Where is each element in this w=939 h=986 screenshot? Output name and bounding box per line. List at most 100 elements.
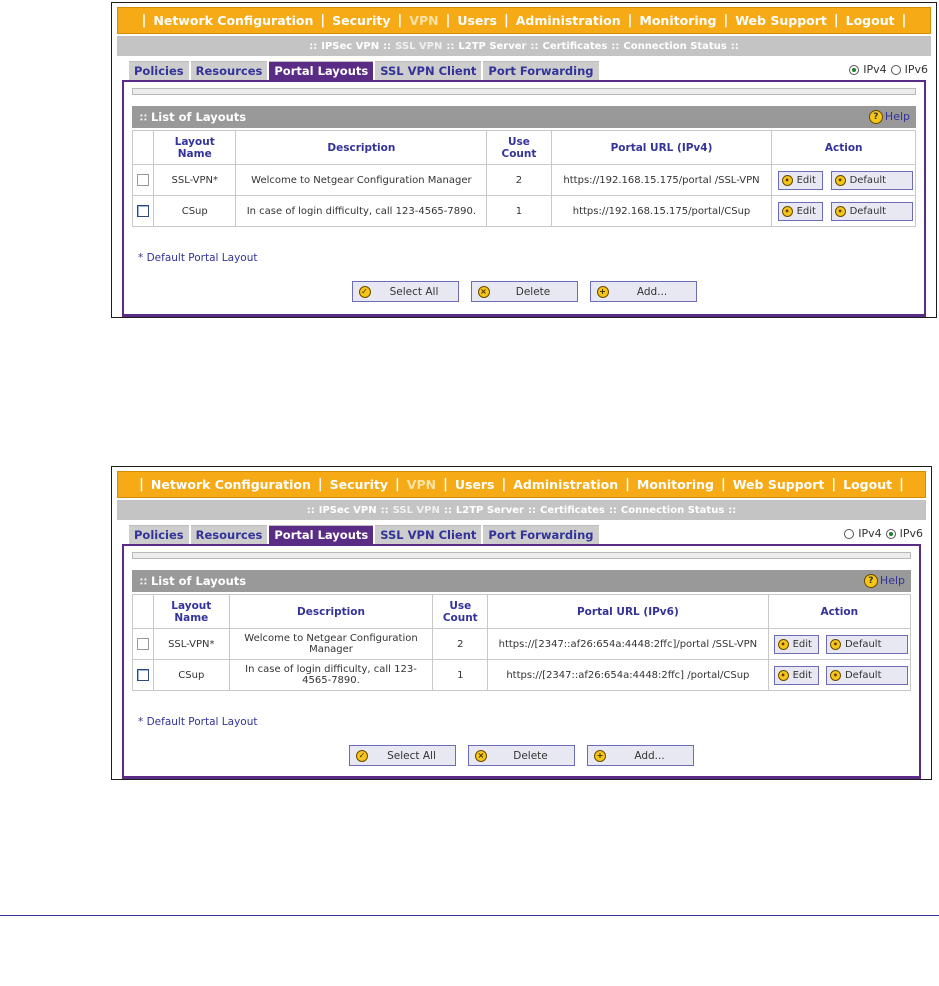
col-layout-name: Layout Name xyxy=(152,594,230,629)
edit-button[interactable]: • Edit xyxy=(773,634,819,654)
default-label: Default xyxy=(849,205,887,217)
row-checkbox[interactable] xyxy=(137,205,150,217)
edit-cell: • Edit xyxy=(771,164,829,196)
row-checkbox[interactable] xyxy=(136,669,149,681)
nav-item-monitoring[interactable]: Monitoring xyxy=(630,477,721,492)
select-all-label: Select All xyxy=(387,749,436,762)
delete-button[interactable]: × Delete xyxy=(468,745,575,766)
default-button[interactable]: • Default xyxy=(830,201,913,221)
tab-policies[interactable]: Policies xyxy=(129,61,189,80)
tab-port-forwarding[interactable]: Port Forwarding xyxy=(483,525,599,544)
default-button[interactable]: • Default xyxy=(825,634,908,654)
subnav-item-l2tp-server[interactable]: L2TP Server xyxy=(454,41,530,52)
screenshot-ipv6: | Network Configuration | Security | VPN | User… xyxy=(111,466,932,780)
screenshot-ipv4: | Network Configuration | Security | VPN | User… xyxy=(111,2,937,318)
top-nav: | Network Configuration | Security | VPN | User… xyxy=(117,471,926,498)
select-all-button[interactable]: ✓ Select All xyxy=(349,745,456,766)
content-panel: ∷ List of Layouts ? Help Layout Name Descr… xyxy=(122,80,926,317)
nav-item-logout[interactable]: Logout xyxy=(839,13,902,28)
nav-item-monitoring[interactable]: Monitoring xyxy=(632,13,723,28)
portal-url: https://192.168.15.175/portal/CSup xyxy=(550,195,773,227)
sub-nav: :: IPSec VPN:: SSL VPN:: L2TP Server:: Certi… xyxy=(117,36,931,56)
tab-portal-layouts[interactable]: Portal Layouts xyxy=(269,61,374,80)
tab-portal-layouts[interactable]: Portal Layouts xyxy=(269,525,374,544)
nav-item-vpn[interactable]: VPN xyxy=(402,13,445,28)
check-icon: ✓ xyxy=(356,749,368,762)
edit-cell: • Edit xyxy=(771,195,829,227)
select-all-label: Select All xyxy=(389,285,439,298)
help-link[interactable]: ? Help xyxy=(868,106,910,128)
table-row: CSup In case of login difficulty, call 1… xyxy=(131,195,917,227)
default-label: Default xyxy=(844,638,882,650)
tab-resources[interactable]: Resources xyxy=(190,525,268,544)
default-button[interactable]: • Default xyxy=(830,170,913,190)
layout-description: Welcome to Netgear Configuration Manager xyxy=(235,164,488,196)
nav-item-web-support[interactable]: Web Support xyxy=(726,477,832,492)
content-panel: ∷ List of Layouts ? Help Layout Name Descr… xyxy=(122,544,921,779)
nav-item-administration[interactable]: Administration xyxy=(509,13,628,28)
tab-bar: Policies Resources Portal Layouts SSL VPN C… xyxy=(129,61,599,80)
edit-button[interactable]: • Edit xyxy=(777,201,823,221)
tab-policies[interactable]: Policies xyxy=(129,525,189,544)
delete-button[interactable]: × Delete xyxy=(470,281,578,302)
ipv6-radio[interactable] xyxy=(885,528,896,539)
tab-ssl-vpn-client[interactable]: SSL VPN Client xyxy=(375,525,482,544)
layouts-table: Layout Name Description Use Count Portal… xyxy=(132,594,912,691)
subnav-item-certificates[interactable]: Certificates xyxy=(538,41,611,52)
default-cell: • Default xyxy=(823,628,911,660)
edit-label: Edit xyxy=(796,174,816,186)
help-link[interactable]: ? Help xyxy=(863,570,905,592)
check-icon: ✓ xyxy=(358,285,371,298)
col-layout-name: Layout Name xyxy=(153,130,237,165)
subnav-item-ssl-vpn[interactable]: SSL VPN xyxy=(391,41,446,52)
ipv4-radio[interactable] xyxy=(844,528,855,539)
ipv4-radio[interactable] xyxy=(849,64,860,75)
nav-item-users[interactable]: Users xyxy=(448,477,502,492)
row-select-cell xyxy=(131,164,155,196)
add-button[interactable]: + Add... xyxy=(587,745,694,766)
use-count: 2 xyxy=(432,628,489,660)
layout-name: CSup xyxy=(153,195,237,227)
nav-item-users[interactable]: Users xyxy=(450,13,504,28)
default-cell: • Default xyxy=(828,164,917,196)
edit-button[interactable]: • Edit xyxy=(773,665,819,685)
add-button[interactable]: + Add... xyxy=(589,281,697,302)
ip-version-selector: IPv4 IPv6 xyxy=(844,527,923,540)
nav-item-logout[interactable]: Logout xyxy=(836,477,899,492)
nav-item-web-support[interactable]: Web Support xyxy=(728,13,834,28)
tab-ssl-vpn-client[interactable]: SSL VPN Client xyxy=(375,61,482,80)
nav-item-security[interactable]: Security xyxy=(323,477,395,492)
row-checkbox xyxy=(136,638,149,650)
help-label: Help xyxy=(884,110,910,123)
pencil-icon: • xyxy=(834,205,846,217)
nav-item-security[interactable]: Security xyxy=(325,13,397,28)
default-cell: • Default xyxy=(823,659,911,691)
edit-button[interactable]: • Edit xyxy=(777,170,823,190)
subnav-item-l2tp-server[interactable]: L2TP Server xyxy=(452,505,528,516)
subnav-item-ipsec-vpn[interactable]: IPSec VPN xyxy=(315,505,381,516)
tab-port-forwarding[interactable]: Port Forwarding xyxy=(483,61,599,80)
col-portal-url: Portal URL (IPv4) xyxy=(550,130,773,165)
nav-item-administration[interactable]: Administration xyxy=(506,477,625,492)
default-layout-note: * Default Portal Layout xyxy=(138,252,258,264)
subnav-item-connection-status[interactable]: Connection Status xyxy=(619,41,730,52)
subnav-item-ipsec-vpn[interactable]: IPSec VPN xyxy=(317,41,383,52)
portal-url: https://192.168.15.175/portal /SSL-VPN xyxy=(550,164,773,196)
nav-item-network-configuration[interactable]: Network Configuration xyxy=(146,13,320,28)
select-all-button[interactable]: ✓ Select All xyxy=(351,281,459,302)
button-row: ✓ Select All × Delete + Add... xyxy=(124,281,924,302)
x-circle-icon: × xyxy=(477,285,490,298)
ipv6-label: IPv6 xyxy=(899,527,923,540)
ipv6-radio[interactable] xyxy=(890,64,901,75)
col-use-count: Use Count xyxy=(486,130,552,165)
tab-resources[interactable]: Resources xyxy=(190,61,268,80)
ip-version-selector: IPv4 IPv6 xyxy=(849,63,928,76)
top-nav: | Network Configuration | Security | VPN | User… xyxy=(117,7,931,34)
subnav-item-certificates[interactable]: Certificates xyxy=(536,505,609,516)
subnav-item-ssl-vpn[interactable]: SSL VPN xyxy=(389,505,444,516)
subnav-item-connection-status[interactable]: Connection Status xyxy=(617,505,728,516)
nav-item-vpn[interactable]: VPN xyxy=(400,477,443,492)
default-button[interactable]: • Default xyxy=(825,665,908,685)
status-bar xyxy=(132,88,916,95)
nav-item-network-configuration[interactable]: Network Configuration xyxy=(144,477,318,492)
